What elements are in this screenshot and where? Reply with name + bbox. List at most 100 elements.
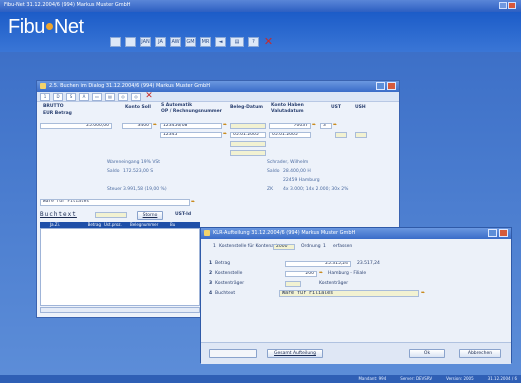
toolbar-back-icon[interactable]: ◄ [215, 37, 226, 47]
kostenstelle-suffix: Hamburg - Filiale [328, 271, 367, 276]
konto-soll-lookup-icon[interactable]: ➨ [153, 123, 159, 128]
ust-code-field[interactable]: 3 [320, 123, 332, 129]
toolbar-new-icon[interactable] [110, 37, 121, 47]
buchungstext-field[interactable]: Ware für Filiales [40, 199, 190, 206]
konto-haben-field[interactable]: 70037 [269, 123, 311, 129]
ust-id-label: UST-Id [175, 212, 192, 217]
toolbar-open-icon[interactable] [125, 37, 136, 47]
booking-toolbar-3[interactable]: S [66, 93, 76, 101]
toolbar-item-2[interactable]: JAN [140, 37, 151, 47]
info-left-steuer-value: 3.991,58 (19,00 %) [123, 187, 167, 192]
header-op-rechnungsnummer: OP / Rechnungsnummer [161, 109, 222, 114]
status-item-1: Mandant: 994 [358, 376, 387, 381]
ush-field-1[interactable] [335, 132, 347, 138]
header-brutto: BRUTTO [43, 104, 64, 109]
cancel-button[interactable]: Abbrechen [459, 349, 501, 358]
row0-label: Kostenstelle für Kontenart [219, 244, 278, 249]
kostentraeger-field[interactable] [285, 281, 301, 287]
header-konto-soll: Konto Soll [125, 105, 151, 110]
booking-toolbar-5[interactable]: ▭ [92, 93, 102, 101]
dialog-empty-button[interactable] [209, 349, 257, 358]
info-left-steuer-label: Steuer [107, 187, 122, 192]
ok-button[interactable]: Ok [409, 349, 445, 358]
toolbar-item-6[interactable]: MR [200, 37, 211, 47]
buchungstext-lookup-icon[interactable]: ➨ [191, 200, 197, 205]
op-lookup-icon[interactable]: ➨ [223, 123, 229, 128]
extra-date-field-2[interactable] [230, 150, 266, 156]
booking-toolbar-1[interactable]: 1 [40, 93, 50, 101]
beleg-datum-empty[interactable] [230, 123, 266, 129]
info-right-line1: Schrader, Wilhelm [267, 160, 309, 165]
dialog-close-button[interactable] [499, 229, 508, 237]
dialog-help-button[interactable] [488, 229, 497, 237]
header-konto-haben: Konto Haben [271, 103, 304, 108]
dialog-row1-num: 1 [209, 261, 213, 266]
booking-toolbar-2[interactable]: D [53, 93, 63, 101]
header-ush: USH [355, 105, 366, 110]
toolbar-print-icon[interactable]: ▤ [230, 37, 244, 47]
app-title: Fibu-Net 31.12.2004/6 (994) Markus Muste… [4, 2, 131, 8]
ush-field-2[interactable] [355, 132, 367, 138]
booking-list[interactable] [40, 228, 200, 306]
amount-field[interactable]: 25.000,00 [40, 123, 112, 129]
toolbar-item-4[interactable]: AW [170, 37, 181, 47]
list-scrollbar[interactable] [40, 307, 200, 313]
booking-toolbar-7[interactable]: ◎ [118, 93, 128, 101]
dialog-title: KLR-Aufteilung 31.12.2004/6 (994) Markus… [213, 230, 356, 236]
booking-toolbar-4[interactable]: A [79, 93, 89, 101]
booking-minimize-button[interactable] [376, 82, 385, 90]
info-right-zk-value: 4x 3.000; 14x 2.000; 30x 2% [283, 187, 349, 192]
row0-num: 1 [213, 244, 216, 249]
dialog-row1-label: Betrag [215, 261, 231, 266]
kostenstelle-field[interactable]: 200 [285, 271, 317, 277]
kostenstelle-lookup-icon[interactable]: ➨ [319, 271, 325, 276]
info-left-saldo-value: 172.523,00 S [123, 169, 154, 174]
booking-toolbar-8[interactable]: ◎ [131, 93, 141, 101]
logo-text-left: Fibu [8, 16, 45, 38]
klr-dialog: KLR-Aufteilung 31.12.2004/6 (994) Markus… [200, 227, 512, 364]
info-left-saldo-label: Saldo [107, 169, 120, 174]
row0-value[interactable]: 2000 [273, 244, 295, 250]
beleg-number-field[interactable]: 12345 [160, 132, 222, 138]
row0-text: Ordnung [301, 244, 321, 249]
toolbar-close-icon[interactable]: ✕ [263, 36, 274, 47]
dialog-row2-num: 2 [209, 271, 213, 276]
status-item-2: Server: DEVSRV [400, 376, 433, 381]
header-eur-betrag: EUR Betrag [43, 111, 72, 116]
toolbar-item-3[interactable]: JA [155, 37, 166, 47]
kostentraeger-suffix: Kostenträger [319, 281, 349, 286]
header-valutadatum: Valutadatum [271, 109, 304, 114]
beleg-datum-field[interactable]: 05.01.2005 [230, 132, 266, 138]
storno-button[interactable]: Storno [137, 211, 163, 220]
buchtext-empty-field[interactable] [95, 212, 127, 218]
info-right-city: 22459 Hamburg [283, 178, 320, 183]
dialog-row2-label: Kostenstelle [215, 271, 243, 276]
header-beleg-datum: Beleg-Datum [230, 105, 263, 110]
dialog-buchtext-field[interactable]: Ware für Filiales [279, 290, 419, 297]
valuta-field[interactable]: 05.01.2005 [269, 132, 311, 138]
beleg-lookup-icon[interactable]: ➨ [223, 132, 229, 137]
gesamt-aufteilung-button[interactable]: Gesamt Aufteilung [267, 349, 323, 358]
op-number-field[interactable]: 123456/08 [160, 123, 222, 129]
app-minimize-button[interactable] [499, 2, 507, 9]
logo-text-right: Net [53, 16, 84, 38]
app-titlebar: Fibu-Net 31.12.2004/6 (994) Markus Muste… [0, 0, 521, 12]
booking-close-icon[interactable]: ✕ [144, 92, 154, 101]
info-right-zk-label: ZK [267, 187, 274, 192]
extra-date-field[interactable] [230, 141, 266, 147]
konto-soll-field[interactable]: 3400 [122, 123, 152, 129]
betrag-field[interactable]: 25.315,24 [285, 261, 351, 267]
row0-extra: erfassen [333, 244, 353, 249]
dialog-button-bar: Gesamt Aufteilung Ok Abbrechen [201, 342, 511, 364]
dialog-row3-label: Kostenträger [215, 281, 245, 286]
konto-haben-lookup-icon[interactable]: ➨ [312, 123, 318, 128]
booking-toolbar-6[interactable]: ▤ [105, 93, 115, 101]
dialog-buchtext-lookup-icon[interactable]: ➨ [421, 291, 427, 296]
ust-lookup-icon[interactable]: ➨ [333, 123, 339, 128]
booking-title: 2.5. Buchen im Dialog 31.12.2004/6 (994)… [49, 83, 210, 89]
booking-close-button[interactable] [387, 82, 396, 90]
toolbar-help-icon[interactable]: ? [248, 37, 259, 47]
toolbar-item-5[interactable]: GM [185, 37, 196, 47]
app-close-button[interactable] [508, 2, 516, 9]
info-right-saldo-label: Saldo [267, 169, 280, 174]
